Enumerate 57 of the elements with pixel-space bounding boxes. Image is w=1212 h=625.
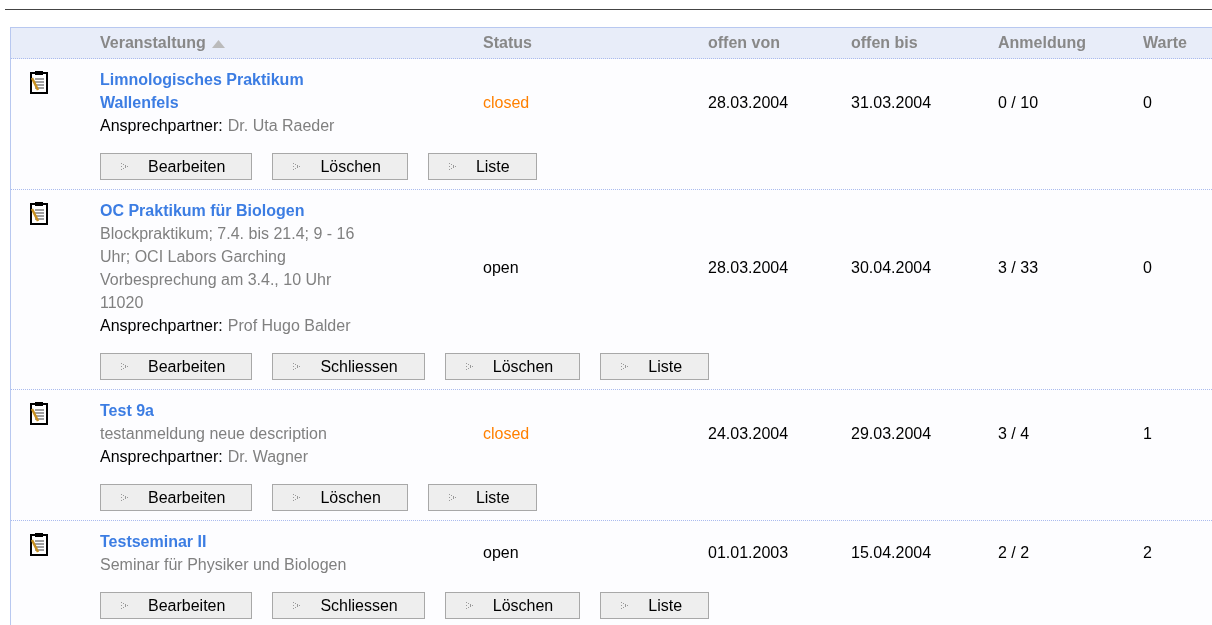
action-button[interactable]: Schliessen <box>272 592 425 619</box>
sort-ascending-icon <box>211 39 225 48</box>
column-header: Status <box>483 34 532 52</box>
clipboard-icon <box>30 401 48 425</box>
column-header: Warte <box>1143 34 1187 52</box>
action-button[interactable]: Löschen <box>444 353 581 380</box>
action-button[interactable]: Liste <box>427 153 537 180</box>
event-description: Seminar für Physiker und Biologen <box>100 555 348 575</box>
table-cell: 30.04.2004 <box>851 259 932 277</box>
column-header: offen von <box>708 34 780 52</box>
event-title-link[interactable]: Testseminar II <box>100 530 483 553</box>
action-button[interactable]: Löschen <box>444 592 581 619</box>
action-button[interactable]: Bearbeiten <box>100 484 253 511</box>
action-button[interactable]: Liste <box>600 592 710 619</box>
action-button[interactable]: Schliessen <box>272 353 425 380</box>
contact-label: Ansprechpartner: <box>100 316 223 336</box>
table-cell: 28.03.2004 <box>708 93 789 112</box>
table-cell: 2 <box>1143 544 1152 562</box>
action-button[interactable]: Bearbeiten <box>100 592 253 619</box>
status-text: open <box>483 259 519 277</box>
table-cell: 28.03.2004 <box>708 259 789 277</box>
table-cell: 01.01.2003 <box>708 544 789 562</box>
clipboard-icon <box>30 201 48 225</box>
table-cell: 15.04.2004 <box>851 544 932 562</box>
table-cell: 2 / 2 <box>998 544 1030 562</box>
action-button[interactable]: Liste <box>427 484 537 511</box>
event-title-link[interactable]: OC Praktikum für Biologen <box>100 199 483 222</box>
table-cell: 3 / 33 <box>998 259 1039 277</box>
status-text: open <box>483 544 519 562</box>
action-button[interactable]: Löschen <box>272 153 408 180</box>
status-text: closed <box>483 424 530 443</box>
table-cell: 0 <box>1143 259 1152 277</box>
event-description: testanmeldung neue description <box>100 424 328 444</box>
contact-label: Ansprechpartner: <box>100 447 223 467</box>
clipboard-icon <box>30 70 48 94</box>
clipboard-icon <box>30 532 48 556</box>
table-cell: 29.03.2004 <box>851 424 932 443</box>
contact-name: Prof Hugo Balder <box>227 316 351 336</box>
table-cell: 3 / 4 <box>998 424 1030 443</box>
contact-label: Ansprechpartner: <box>100 116 223 136</box>
event-description: Blockpraktikum; 7.4. bis 21.4; 9 - 16 Uhr; OCI Labors Garching Vorbesprechung am 3.4., 10 Uhr 11020 <box>100 224 356 313</box>
table-cell: 0 <box>1143 93 1152 112</box>
action-button[interactable]: Löschen <box>272 484 408 511</box>
table-cell: 31.03.2004 <box>851 93 932 112</box>
contact-name: Dr. Uta Raeder <box>227 116 335 136</box>
status-text: closed <box>483 93 530 112</box>
action-button[interactable]: Bearbeiten <box>100 353 253 380</box>
event-title-link[interactable]: Test 9a <box>100 399 483 422</box>
column-header: offen bis <box>851 34 918 52</box>
action-button[interactable]: Liste <box>600 353 710 380</box>
table-cell: 0 / 10 <box>998 93 1039 112</box>
event-title-link[interactable]: Limnologisches Praktikum Wallenfels <box>100 68 483 114</box>
column-header: Anmeldung <box>998 34 1086 52</box>
contact-name: Dr. Wagner <box>227 447 309 467</box>
table-cell: 24.03.2004 <box>708 424 789 443</box>
table-cell: 1 <box>1143 424 1152 443</box>
action-button[interactable]: Bearbeiten <box>100 153 253 180</box>
